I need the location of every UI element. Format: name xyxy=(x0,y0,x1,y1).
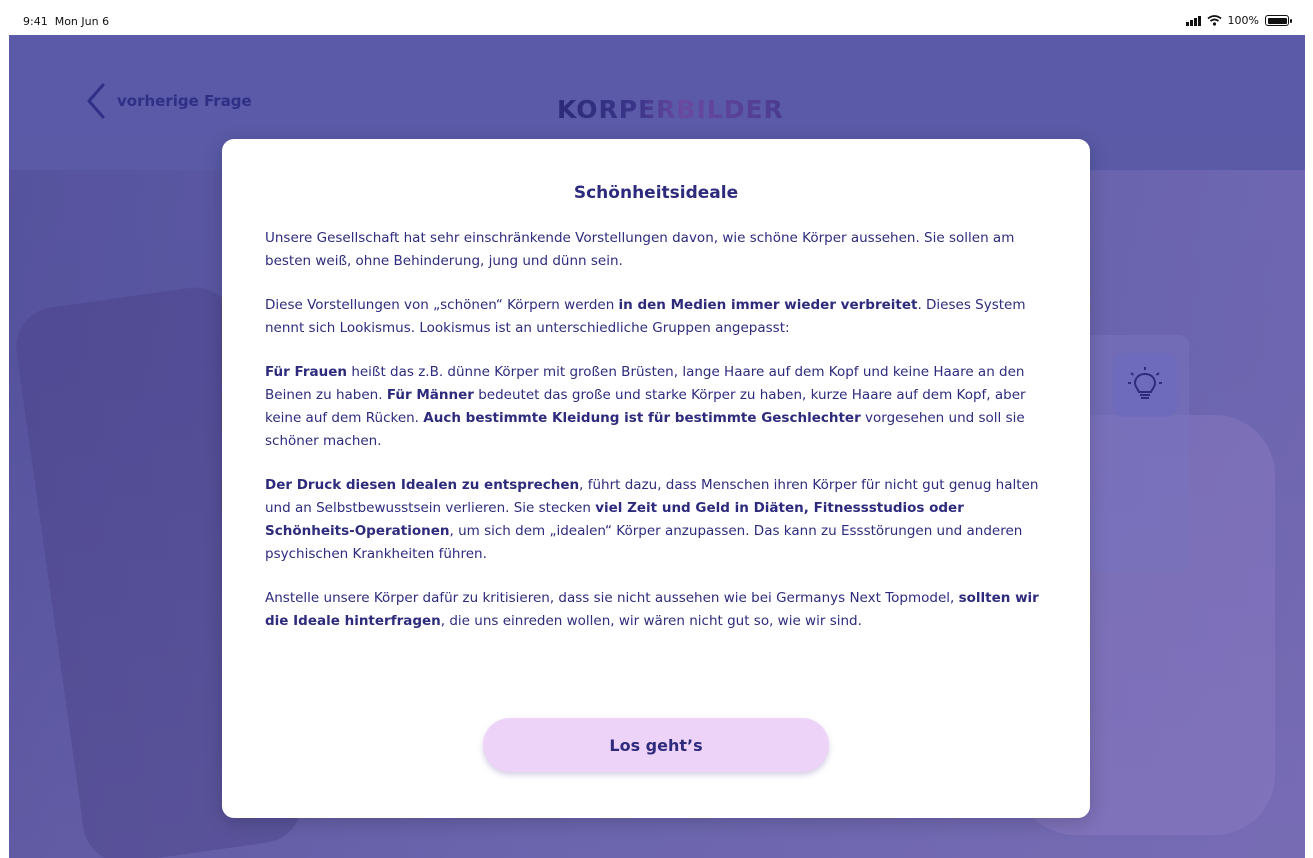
lightbulb-icon xyxy=(1128,367,1162,399)
signal-icon xyxy=(1185,15,1201,26)
start-button[interactable]: Los geht’s xyxy=(483,718,829,772)
device-frame: 9:41 Mon Jun 6 100% vorherige Frage KORP xyxy=(9,8,1305,858)
dialog-body: Unsere Gesellschaft hat sehr einschränke… xyxy=(265,227,1055,654)
body-text: Diese Vorstellungen von „schönen“ Körper… xyxy=(265,297,619,313)
body-text: Unsere Gesellschaft hat sehr einschränke… xyxy=(265,230,1015,269)
dialog-paragraph: Diese Vorstellungen von „schönen“ Körper… xyxy=(265,294,1055,340)
status-bar: 9:41 Mon Jun 6 100% xyxy=(9,8,1305,35)
emphasis-text: Für Frauen xyxy=(265,364,348,380)
emphasis-text: Der Druck diesen Idealen zu entsprechen xyxy=(265,477,580,493)
battery-icon xyxy=(1265,15,1292,26)
app-logo: KORPERBILDER xyxy=(557,95,784,124)
body-text: , die uns einreden wollen, wir wären nic… xyxy=(440,613,862,629)
chevron-left-icon xyxy=(87,83,105,119)
hint-button[interactable] xyxy=(1113,353,1177,417)
dialog-paragraph: Unsere Gesellschaft hat sehr einschränke… xyxy=(265,227,1055,273)
status-time-value: 9:41 xyxy=(23,15,48,28)
emphasis-text: in den Medien immer wieder verbreitet xyxy=(618,297,918,313)
battery-percent: 100% xyxy=(1227,14,1259,27)
emphasis-text: Für Männer xyxy=(386,387,474,403)
status-indicators: 100% xyxy=(1185,14,1292,27)
back-button[interactable]: vorherige Frage xyxy=(87,83,252,119)
back-button-label: vorherige Frage xyxy=(117,92,252,110)
status-date: Mon Jun 6 xyxy=(54,15,110,28)
wifi-icon xyxy=(1206,15,1222,26)
body-text: Anstelle unsere Körper dafür zu kritisie… xyxy=(265,590,959,606)
app-screen: vorherige Frage KORPERBILDER Schönheitsi… xyxy=(9,35,1305,858)
status-time: 9:41 Mon Jun 6 xyxy=(23,15,109,28)
dialog-paragraph: Der Druck diesen Idealen zu entsprechen,… xyxy=(265,474,1055,566)
emphasis-text: Auch bestimmte Kleidung ist für bestimmt… xyxy=(423,410,861,426)
dialog-paragraph: Anstelle unsere Körper dafür zu kritisie… xyxy=(265,587,1055,633)
dialog-title: Schönheitsideale xyxy=(573,183,739,203)
dialog-paragraph: Für Frauen heißt das z.B. dünne Körper m… xyxy=(265,361,1055,453)
info-dialog: Schönheitsideale Unsere Gesellschaft hat… xyxy=(222,139,1090,818)
